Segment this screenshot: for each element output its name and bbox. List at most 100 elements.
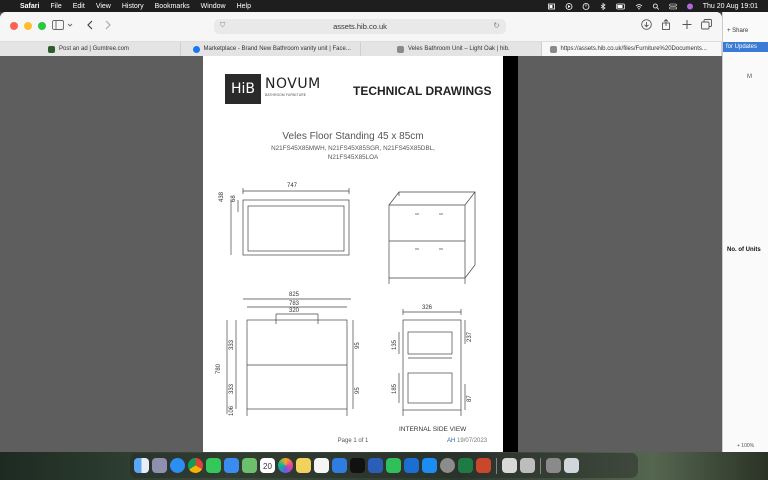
- share-icon[interactable]: [661, 19, 671, 30]
- menu-bar: Safari File Edit View History Bookmarks …: [0, 0, 768, 12]
- dim-side-upper: 135: [392, 339, 398, 350]
- safari-icon[interactable]: [170, 458, 185, 473]
- finder-icon[interactable]: [134, 458, 149, 473]
- dim-front-width: 825: [289, 292, 300, 298]
- dim-handle-drop-upper: 95: [355, 342, 361, 349]
- control-center-icon[interactable]: [668, 3, 677, 10]
- dim-top-depth: 438: [219, 191, 225, 202]
- zoom-level[interactable]: + 100%: [737, 443, 754, 449]
- bluetooth-icon[interactable]: [599, 2, 607, 10]
- share-button[interactable]: + Share: [727, 28, 748, 34]
- gumtree-favicon-icon: [48, 45, 55, 53]
- menu-bookmarks[interactable]: Bookmarks: [155, 3, 190, 10]
- systemprefs-icon[interactable]: [440, 458, 455, 473]
- tab-label: https://assets.hib.co.uk/files/Furniture…: [560, 46, 707, 52]
- notes-icon[interactable]: [296, 458, 311, 473]
- dim-side-bottom: 87: [467, 395, 473, 402]
- appstore-icon[interactable]: [422, 458, 437, 473]
- maps-icon[interactable]: [242, 458, 257, 473]
- tab-label: Veles Bathroom Unit – Light Oak | hib.: [408, 46, 510, 52]
- units-header-cell[interactable]: No. of Units: [727, 247, 761, 253]
- tab-hib-pdf[interactable]: https://assets.hib.co.uk/files/Furniture…: [541, 42, 722, 56]
- battery-status-icon[interactable]: [547, 3, 556, 10]
- tab-facebook-marketplace[interactable]: Marketplace - Brand New Bathroom vanity …: [181, 42, 361, 56]
- downloads-icon[interactable]: [546, 458, 561, 473]
- tab-overview-icon[interactable]: [701, 19, 712, 30]
- dim-handle-width: 320: [289, 308, 300, 314]
- technical-drawing: 747 438 68 825 783 320 780 333 333 106 9…: [216, 183, 476, 433]
- close-window-button[interactable]: [10, 22, 18, 30]
- excel-icon[interactable]: [458, 458, 473, 473]
- forward-button[interactable]: [104, 20, 112, 30]
- new-tab-icon[interactable]: [682, 19, 692, 30]
- dim-front-inner: 783: [289, 301, 300, 307]
- menu-history[interactable]: History: [122, 3, 144, 10]
- minimize-window-button[interactable]: [24, 22, 32, 30]
- tab-gumtree[interactable]: Post an ad | Gumtree.com: [0, 42, 181, 56]
- dim-top-inner: 68: [231, 195, 237, 202]
- trash-icon[interactable]: [564, 458, 579, 473]
- dim-side-depth: 326: [422, 305, 433, 311]
- download-icon[interactable]: [641, 19, 652, 30]
- dock-separator: [540, 457, 541, 474]
- menu-window[interactable]: Window: [201, 3, 226, 10]
- powerpoint-icon[interactable]: [476, 458, 491, 473]
- back-button[interactable]: [86, 20, 94, 30]
- safari-window: ⛉ assets.hib.co.uk ↻ Post an ad | Gumtre…: [0, 12, 722, 452]
- siri-icon[interactable]: [686, 3, 694, 10]
- calendar-icon[interactable]: 20: [260, 458, 275, 473]
- zoom-window-button[interactable]: [38, 22, 46, 30]
- timer-status-icon[interactable]: [582, 2, 590, 10]
- pdf-page: HiB NOVUM BATHROOM FURNITURE TECHNICAL D…: [203, 56, 503, 452]
- sidebar-menu-chevron-icon[interactable]: [67, 20, 73, 30]
- column-header[interactable]: M: [747, 74, 752, 80]
- wifi-icon[interactable]: [635, 3, 643, 10]
- tab-label: Marketplace - Brand New Bathroom vanity …: [203, 46, 351, 52]
- window-controls: [10, 22, 46, 30]
- menu-app-name[interactable]: Safari: [20, 3, 39, 10]
- messages-icon[interactable]: [206, 458, 221, 473]
- reload-icon[interactable]: ↻: [493, 21, 500, 30]
- keynote-icon[interactable]: [332, 458, 347, 473]
- dim-top-width: 747: [287, 183, 298, 189]
- dim-plinth: 106: [229, 405, 235, 416]
- front-view-drawing: [226, 298, 354, 416]
- dim-side-lower: 185: [392, 383, 398, 394]
- check-updates-button[interactable]: for Updates: [723, 42, 768, 52]
- word-icon[interactable]: [368, 458, 383, 473]
- menu-edit[interactable]: Edit: [73, 3, 85, 10]
- launchpad-icon[interactable]: [152, 458, 167, 473]
- pdf-viewer[interactable]: HiB NOVUM BATHROOM FURNITURE TECHNICAL D…: [0, 56, 722, 452]
- appletv-icon[interactable]: [350, 458, 365, 473]
- photos-icon[interactable]: [278, 458, 293, 473]
- top-view-drawing: [230, 188, 350, 256]
- printer-icon[interactable]: [520, 458, 535, 473]
- preview-icon[interactable]: [502, 458, 517, 473]
- battery-icon[interactable]: [615, 3, 626, 10]
- dim-height-total: 780: [216, 363, 222, 374]
- menu-help[interactable]: Help: [237, 3, 251, 10]
- search-icon[interactable]: [652, 3, 660, 10]
- sidebar-toggle-icon[interactable]: [52, 20, 64, 30]
- privacy-shield-icon[interactable]: ⛉: [220, 22, 225, 30]
- side-view-caption: INTERNAL SIDE VIEW: [399, 426, 467, 433]
- outlook-icon[interactable]: [404, 458, 419, 473]
- menubar-datetime[interactable]: Thu 20 Aug 19:01: [703, 3, 758, 10]
- background-spreadsheet-window[interactable]: + Share for Updates M No. of Units + 100…: [722, 12, 768, 452]
- browser-toolbar: ⛉ assets.hib.co.uk ↻: [0, 12, 722, 42]
- mail-icon[interactable]: [224, 458, 239, 473]
- play-status-icon[interactable]: [565, 2, 573, 10]
- chrome-icon[interactable]: [188, 458, 203, 473]
- address-bar[interactable]: ⛉ assets.hib.co.uk ↻: [214, 19, 506, 34]
- facebook-favicon-icon: [192, 45, 200, 53]
- revision-info: AH 19/07/2023: [447, 438, 487, 444]
- tab-label: Post an ad | Gumtree.com: [59, 46, 129, 52]
- revision-initials: AH: [447, 438, 456, 444]
- revision-date: 19/07/2023: [457, 438, 488, 444]
- tab-hib-product[interactable]: Veles Bathroom Unit – Light Oak | hib.: [361, 42, 542, 56]
- reminders-icon[interactable]: [314, 458, 329, 473]
- dim-drawer-lower: 333: [229, 383, 235, 394]
- menu-file[interactable]: File: [50, 3, 61, 10]
- menu-view[interactable]: View: [96, 3, 111, 10]
- facetime-icon[interactable]: [386, 458, 401, 473]
